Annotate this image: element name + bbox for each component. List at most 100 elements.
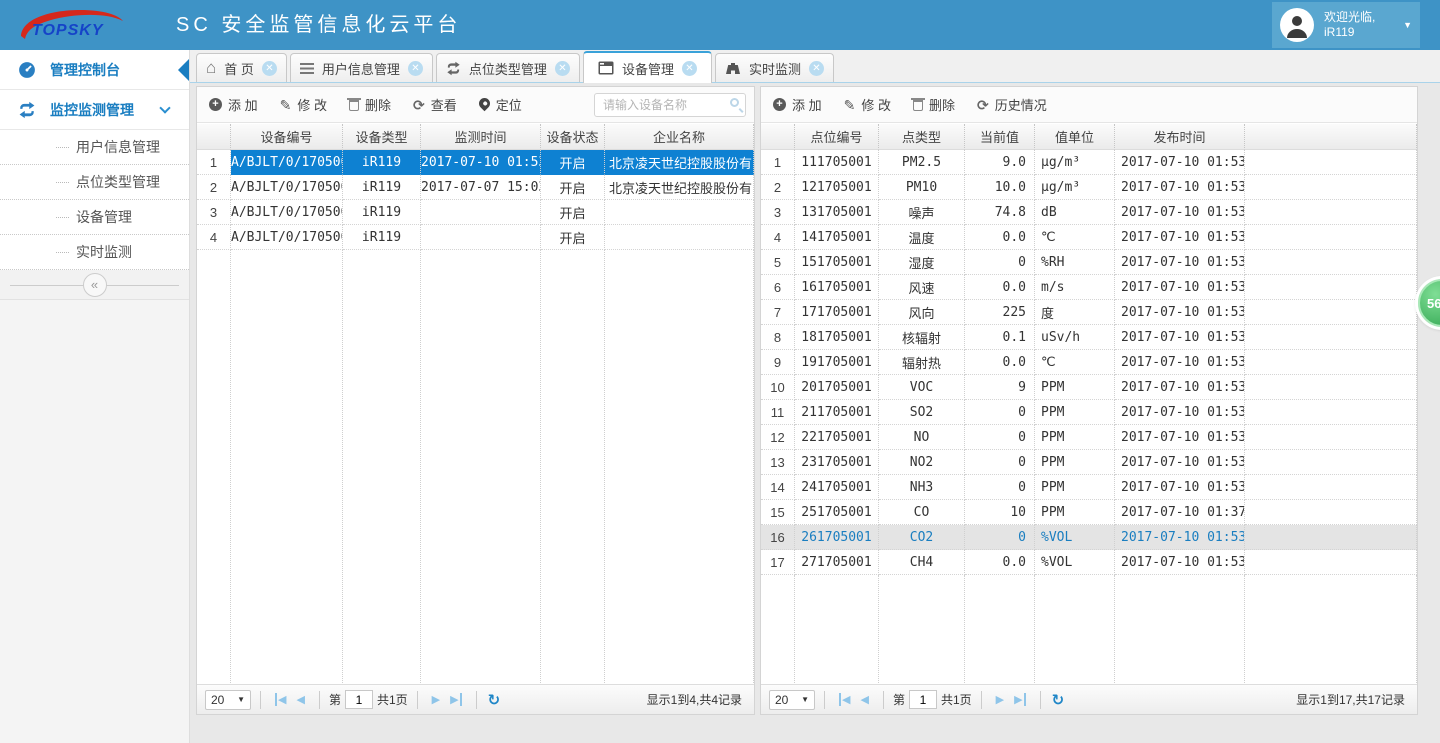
cell-type: iR119 (343, 225, 421, 250)
cell-code: 141705001 (795, 225, 879, 250)
point-row[interactable]: 9191705001辐射热0.0℃2017-07-10 01:53:21 (761, 350, 1417, 375)
page-number-input[interactable] (345, 690, 373, 709)
point-row[interactable]: 5151705001湿度0%RH2017-07-10 01:53:22 (761, 250, 1417, 275)
history-button[interactable]: 历史情况 (977, 95, 1047, 114)
device-row[interactable]: 4A/BJLT/0/1705004iR119开启 (197, 225, 754, 250)
close-icon[interactable] (809, 61, 824, 76)
sidebar-item-monitoring[interactable]: 监控监测管理 (0, 90, 189, 130)
chevron-down-icon[interactable]: ▼ (1403, 20, 1412, 30)
cell-status: 开启 (541, 225, 605, 250)
sidebar-collapse[interactable] (0, 270, 189, 300)
point-row[interactable]: 11211705001SO20PPM2017-07-10 01:53:22 (761, 400, 1417, 425)
prev-page-button[interactable] (860, 693, 868, 706)
last-page-button[interactable] (450, 693, 461, 706)
edit-button[interactable]: 修 改 (844, 95, 891, 114)
cell-code: 271705001 (795, 550, 879, 575)
cell-filler (1245, 250, 1417, 275)
device-table: 设备编号 设备类型 监测时间 设备状态 企业名称 1A/BJLT/0/17050… (197, 124, 754, 683)
collapse-icon[interactable] (83, 273, 107, 297)
device-row[interactable]: 2A/BJLT/0/1705002iR1192017-07-07 15:03:0… (197, 175, 754, 200)
point-row[interactable]: 6161705001风速0.0m/s2017-07-10 01:53:21 (761, 275, 1417, 300)
window-panel-icon (598, 61, 614, 75)
sidebar-item-point-type[interactable]: 点位类型管理 (0, 165, 189, 200)
sidebar-item-console[interactable]: 管理控制台 (0, 50, 189, 90)
col-header[interactable]: 发布时间 (1115, 124, 1245, 150)
device-row[interactable]: 1A/BJLT/0/1705001iR1192017-07-10 01:53:2… (197, 150, 754, 175)
point-row[interactable]: 12221705001NO0PPM2017-07-10 01:53:21 (761, 425, 1417, 450)
next-page-button[interactable] (996, 693, 1004, 706)
close-icon[interactable] (682, 61, 697, 76)
last-page-button[interactable] (1014, 693, 1025, 706)
col-header[interactable]: 当前值 (965, 124, 1035, 150)
locate-button[interactable]: 定位 (479, 95, 522, 114)
point-row[interactable]: 3131705001噪声74.8dB2017-07-10 01:53:22 (761, 200, 1417, 225)
sidebar-item-device[interactable]: 设备管理 (0, 200, 189, 235)
point-row[interactable]: 14241705001NH30PPM2017-07-10 01:53:21 (761, 475, 1417, 500)
sidebar-item-realtime[interactable]: 实时监测 (0, 235, 189, 270)
close-icon[interactable] (262, 61, 277, 76)
col-header[interactable]: 企业名称 (605, 124, 754, 150)
close-icon[interactable] (408, 61, 423, 76)
first-page-button[interactable] (839, 693, 850, 706)
cell-num: 6 (761, 275, 795, 300)
add-button[interactable]: 添 加 (209, 95, 258, 114)
cell-unit: μg/m³ (1035, 175, 1115, 200)
cell-num: 14 (761, 475, 795, 500)
logo-text: TOPSKY (32, 22, 104, 40)
add-button[interactable]: 添 加 (773, 95, 822, 114)
page-size-select[interactable]: 20 ▼ (205, 690, 251, 710)
tab-user-info[interactable]: 用户信息管理 (290, 53, 433, 82)
cell-filler (1245, 275, 1417, 300)
cell-unit: %VOL (1035, 550, 1115, 575)
col-header[interactable]: 设备类型 (343, 124, 421, 150)
delete-button[interactable]: 删除 (349, 95, 391, 114)
point-row[interactable]: 8181705001核辐射0.1uSv/h2017-07-10 01:53:21 (761, 325, 1417, 350)
page-number-input[interactable] (909, 690, 937, 709)
user-menu[interactable]: 欢迎光临, iR119 ▼ (1272, 2, 1420, 48)
col-header[interactable]: 点类型 (879, 124, 965, 150)
tab-point-type[interactable]: 点位类型管理 (436, 53, 580, 82)
col-header[interactable]: 监测时间 (421, 124, 541, 150)
tab-bar: 首 页 用户信息管理 点位类型管理 设备管理 (190, 50, 1440, 83)
point-row[interactable]: 4141705001温度0.0℃2017-07-10 01:53:22 (761, 225, 1417, 250)
point-row[interactable]: 2121705001PM1010.0μg/m³2017-07-10 01:53:… (761, 175, 1417, 200)
refresh-icon[interactable] (488, 691, 501, 709)
point-row[interactable]: 15251705001CO10PPM2017-07-10 01:37:01 (761, 500, 1417, 525)
filler-cell (795, 575, 879, 683)
close-icon[interactable] (555, 61, 570, 76)
page-size-select[interactable]: 20 ▼ (769, 690, 815, 710)
cell-value: 0 (965, 425, 1035, 450)
sidebar-item-user-info[interactable]: 用户信息管理 (0, 130, 189, 165)
point-row[interactable]: 16261705001CO20%VOL2017-07-10 01:53:22 (761, 525, 1417, 550)
cell-num: 2 (761, 175, 795, 200)
cell-unit: μg/m³ (1035, 150, 1115, 175)
col-header[interactable]: 值单位 (1035, 124, 1115, 150)
device-row[interactable]: 3A/BJLT/0/1705003iR119开启 (197, 200, 754, 225)
edit-button[interactable]: 修 改 (280, 95, 327, 114)
col-header[interactable]: 点位编号 (795, 124, 879, 150)
tab-realtime-monitor[interactable]: 实时监测 (715, 53, 834, 82)
col-header[interactable]: 设备状态 (541, 124, 605, 150)
point-row[interactable]: 10201705001VOC9PPM2017-07-10 01:53:22 (761, 375, 1417, 400)
search-icon[interactable] (730, 98, 739, 107)
cell-time: 2017-07-10 01:53:21 (1115, 175, 1245, 200)
cell-filler (1245, 150, 1417, 175)
col-header-filler (1245, 124, 1417, 150)
prev-page-button[interactable] (296, 693, 304, 706)
col-header[interactable]: 设备编号 (231, 124, 343, 150)
delete-button[interactable]: 删除 (913, 95, 955, 114)
topsky-logo: TOPSKY (18, 6, 128, 44)
tab-home[interactable]: 首 页 (196, 53, 287, 82)
point-row[interactable]: 13231705001NO20PPM2017-07-10 01:53:22 (761, 450, 1417, 475)
search-input[interactable] (594, 93, 746, 117)
filler-cell (879, 575, 965, 683)
next-page-button[interactable] (432, 693, 440, 706)
refresh-icon[interactable] (1052, 691, 1065, 709)
tab-device-management[interactable]: 设备管理 (583, 51, 712, 83)
point-row[interactable]: 17271705001CH40.0%VOL2017-07-10 01:53:21 (761, 550, 1417, 575)
cell-code: 151705001 (795, 250, 879, 275)
point-row[interactable]: 7171705001风向225度2017-07-10 01:53:21 (761, 300, 1417, 325)
point-row[interactable]: 1111705001PM2.59.0μg/m³2017-07-10 01:53:… (761, 150, 1417, 175)
view-button[interactable]: 查看 (413, 95, 457, 114)
first-page-button[interactable] (275, 693, 286, 706)
